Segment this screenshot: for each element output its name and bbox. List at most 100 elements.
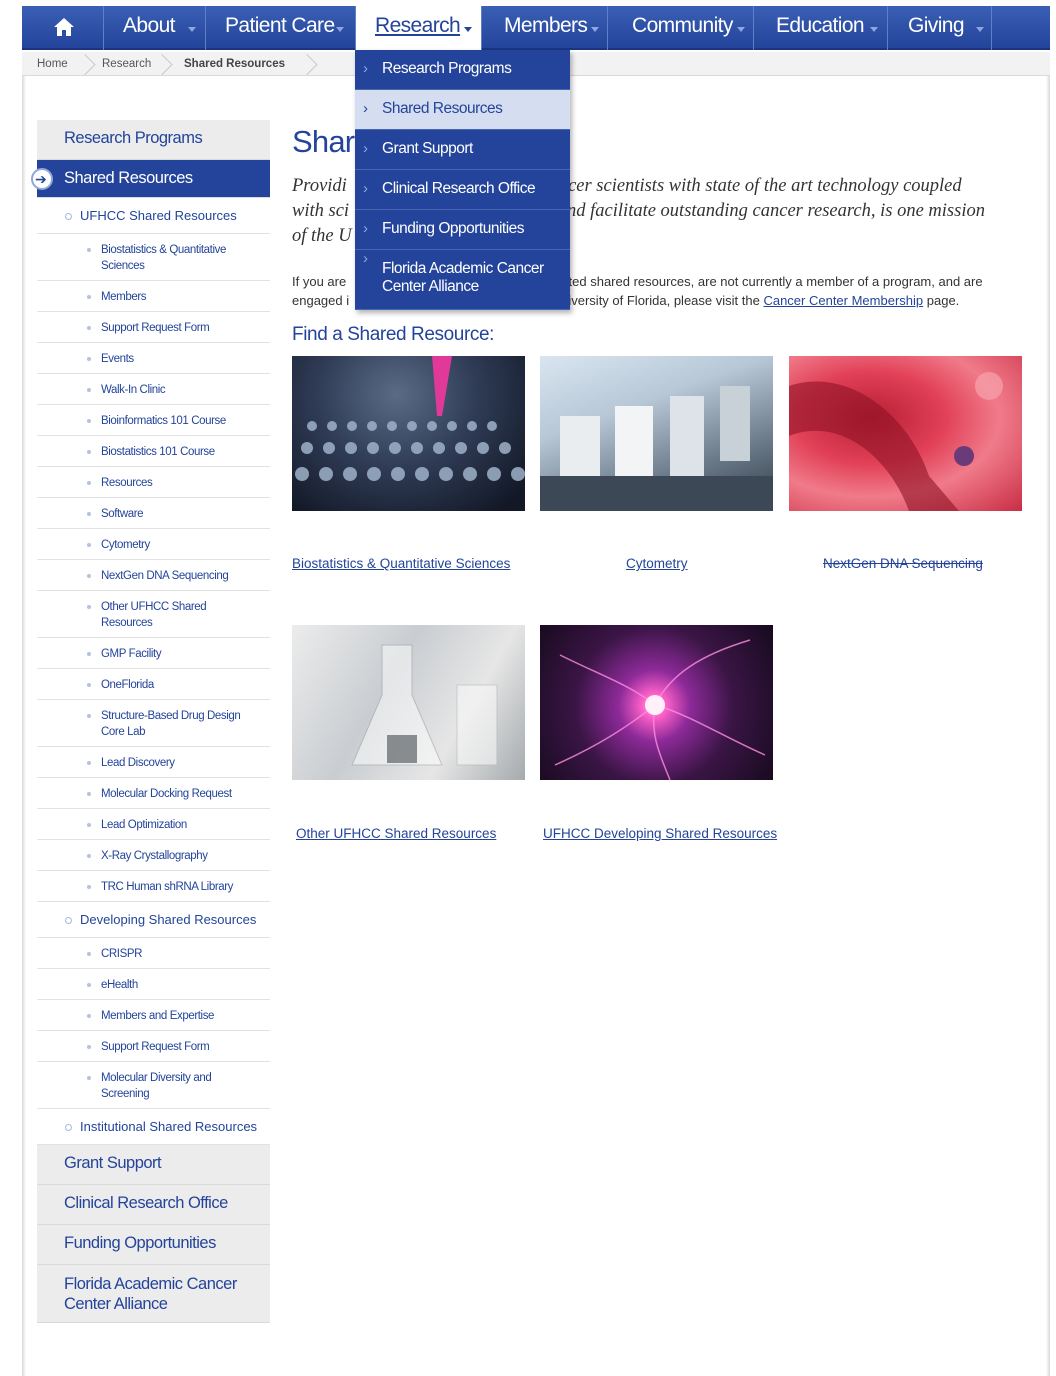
chevron-down-icon: [976, 27, 984, 32]
membership-link[interactable]: Cancer Center Membership: [763, 293, 923, 308]
page-title: Shar: [292, 124, 355, 159]
sidebar-subitem[interactable]: eHealth: [37, 969, 270, 1000]
home-icon: [54, 18, 74, 36]
microscopes-illustration: [540, 386, 773, 511]
sidebar-subitem[interactable]: Support Request Form: [37, 1031, 270, 1062]
chevron-down-icon: [464, 27, 472, 32]
biostatistics-link[interactable]: Biostatistics & Quantitative Sciences: [292, 556, 510, 571]
cytometry-image[interactable]: [540, 356, 773, 511]
sidebar-subitem[interactable]: NextGen DNA Sequencing: [37, 560, 270, 591]
sidebar-subitem[interactable]: Lead Discovery: [37, 747, 270, 778]
sidebar-subitem[interactable]: TRC Human shRNA Library: [37, 871, 270, 902]
sidebar-subitem[interactable]: Members: [37, 281, 270, 312]
para-fragment: engaged i: [292, 293, 350, 308]
sidebar-subitem[interactable]: Events: [37, 343, 270, 374]
sidebar-subitem[interactable]: Bioinformatics 101 Course: [37, 405, 270, 436]
para-fragment: niversity of Florida, please visit the: [561, 293, 760, 308]
sidebar-item-clinical-research-office[interactable]: Clinical Research Office: [37, 1185, 270, 1225]
sidebar-subitem[interactable]: Support Request Form: [37, 312, 270, 343]
sidebar-item-shared-resources[interactable]: Shared Resources: [31, 160, 270, 198]
ufhcc-developing-image[interactable]: [540, 625, 773, 780]
sidebar-subitem[interactable]: Software: [37, 498, 270, 529]
research-dropdown-menu: Research Programs Shared Resources Grant…: [355, 50, 570, 310]
sidebar-item-developing-shared-resources[interactable]: Developing Shared Resources: [37, 902, 270, 938]
menu-item-funding-opportunities[interactable]: Funding Opportunities: [355, 210, 570, 250]
sidebar-item-research-programs[interactable]: Research Programs: [37, 120, 270, 160]
intro-fragment: ncer scientists with state of the art te…: [558, 176, 962, 196]
nav-members[interactable]: Members: [482, 6, 608, 50]
sidebar-subitem[interactable]: Members and Expertise: [37, 1000, 270, 1031]
nav-about-label: About: [123, 14, 175, 37]
para-fragment: rted shared resources, are not currently…: [564, 274, 983, 289]
nav-education[interactable]: Education: [754, 6, 888, 50]
chevron-down-icon: [336, 27, 344, 32]
menu-item-shared-resources[interactable]: Shared Resources: [355, 90, 570, 130]
sidebar-subitem[interactable]: Other UFHCC Shared Resources: [37, 591, 270, 638]
sidebar-subitem[interactable]: Cytometry: [37, 529, 270, 560]
ufhcc-developing-link[interactable]: UFHCC Developing Shared Resources: [543, 826, 777, 841]
nav-patient-care[interactable]: Patient Care: [206, 6, 356, 50]
main-navigation: About Patient Care Research Members Comm…: [22, 6, 1050, 50]
sidebar-subitem[interactable]: Structure-Based Drug Design Core Lab: [37, 700, 270, 747]
breadcrumb-separator: [309, 52, 321, 76]
chevron-down-icon: [591, 27, 599, 32]
intro-fragment: of the U: [292, 226, 352, 246]
sidebar-item-grant-support[interactable]: Grant Support: [37, 1145, 270, 1185]
nav-members-label: Members: [504, 14, 588, 37]
sidebar-subitem[interactable]: GMP Facility: [37, 638, 270, 669]
chevron-down-icon: [188, 27, 196, 32]
sidebar-nav: Research Programs Shared Resources UFHCC…: [31, 120, 270, 1323]
para-fragment: page.: [926, 293, 960, 308]
glassware-illustration: [351, 644, 498, 766]
other-ufhcc-link[interactable]: Other UFHCC Shared Resources: [296, 826, 496, 841]
cytometry-link[interactable]: Cytometry: [626, 556, 688, 571]
para-fragment: If you are: [292, 274, 347, 289]
sidebar-subitem[interactable]: X-Ray Crystallography: [37, 840, 270, 871]
arrow-circle-icon: [31, 161, 53, 197]
nav-community[interactable]: Community: [608, 6, 754, 50]
chevron-down-icon: [870, 27, 878, 32]
other-ufhcc-image[interactable]: [292, 625, 525, 780]
sidebar-item-facca[interactable]: Florida Academic Cancer Center Alliance: [37, 1265, 270, 1323]
sidebar-subitem[interactable]: Molecular Diversity and Screening: [37, 1062, 270, 1109]
home-button[interactable]: [22, 6, 104, 50]
tissue-illustration: [789, 372, 1003, 511]
nav-giving[interactable]: Giving: [888, 6, 992, 50]
menu-item-facca[interactable]: Florida Academic Cancer Center Alliance: [355, 250, 570, 310]
sidebar-item-ufhcc-shared-resources[interactable]: UFHCC Shared Resources: [37, 198, 270, 234]
well-plate-illustration: [295, 356, 525, 481]
sidebar-subitem[interactable]: Biostatistics 101 Course: [37, 436, 270, 467]
menu-item-research-programs[interactable]: Research Programs: [355, 50, 570, 90]
sidebar-subitem[interactable]: CRISPR: [37, 938, 270, 969]
sidebar-subitem[interactable]: Resources: [37, 467, 270, 498]
breadcrumb-separator: [164, 52, 176, 76]
sidebar-item-funding-opportunities[interactable]: Funding Opportunities: [37, 1225, 270, 1265]
nav-about[interactable]: About: [105, 6, 206, 50]
nextgen-dna-image[interactable]: [789, 356, 1022, 511]
intro-fragment: with sci: [292, 201, 350, 221]
menu-item-clinical-research-office[interactable]: Clinical Research Office: [355, 170, 570, 210]
nav-education-label: Education: [776, 14, 865, 37]
breadcrumb-research[interactable]: Research: [102, 52, 151, 76]
nav-research-label: Research: [375, 14, 461, 37]
biostatistics-image[interactable]: [292, 356, 525, 511]
sidebar-subitem[interactable]: Walk-In Clinic: [37, 374, 270, 405]
sidebar-item-institutional-shared-resources[interactable]: Institutional Shared Resources: [37, 1109, 270, 1145]
sidebar-subitem[interactable]: Lead Optimization: [37, 809, 270, 840]
nav-research[interactable]: Research: [356, 6, 482, 50]
menu-item-grant-support[interactable]: Grant Support: [355, 130, 570, 170]
breadcrumb-home[interactable]: Home: [37, 52, 68, 76]
breadcrumb-current: Shared Resources: [184, 58, 285, 70]
sidebar-item-shared-resources-label: Shared Resources: [64, 169, 193, 187]
nextgen-dna-link[interactable]: NextGen DNA Sequencing: [823, 556, 983, 571]
page-shadow-right: [1046, 76, 1050, 1376]
intro-fragment: Providi: [292, 176, 347, 196]
nav-giving-label: Giving: [908, 14, 965, 37]
sidebar-subitem[interactable]: OneFlorida: [37, 669, 270, 700]
breadcrumb-separator: [87, 52, 99, 76]
sidebar-subitem[interactable]: Molecular Docking Request: [37, 778, 270, 809]
sidebar-subitem[interactable]: Biostatistics & Quantitative Sciences: [37, 234, 270, 281]
intro-fragment: nd facilitate outstanding cancer researc…: [567, 201, 985, 221]
find-resource-heading: Find a Shared Resource:: [292, 324, 495, 345]
chevron-down-icon: [737, 27, 745, 32]
